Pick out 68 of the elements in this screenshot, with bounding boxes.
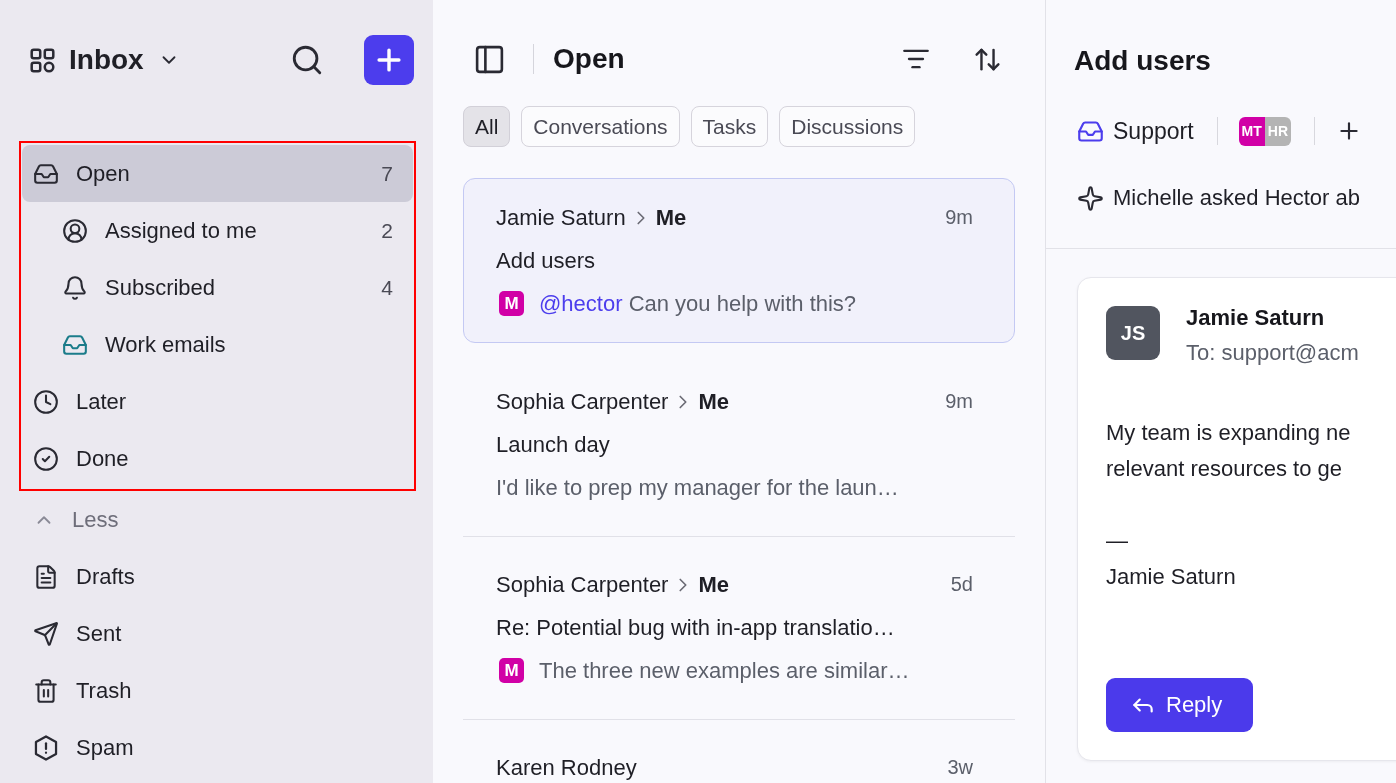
message-text: My team is expanding ne — [1106, 419, 1351, 447]
recipient-address: To: support@acm — [1186, 341, 1359, 365]
trash-icon — [33, 677, 59, 704]
user-circle-icon — [62, 217, 88, 244]
check-circle-icon — [33, 445, 59, 472]
filter-tab[interactable]: All — [463, 106, 511, 147]
signature-text: Jamie Saturn — [1106, 563, 1236, 591]
nav-item[interactable]: Spam — [22, 719, 413, 776]
message-preview: @hector Can you help with this? — [539, 290, 857, 317]
grid-icon — [30, 47, 55, 73]
summary-text: Michelle asked Hector ab — [1113, 185, 1360, 211]
sender-name: Sophia Carpenter — [496, 571, 669, 598]
mention-link[interactable]: @hector — [539, 290, 623, 316]
nav-item[interactable]: Sent — [22, 605, 413, 662]
nav-item[interactable]: Work emails — [22, 316, 413, 373]
conversation-item[interactable]: Sophia Carpenter Me 9m Launch day I'd like to prep my manager for the laun… — [463, 354, 1015, 537]
subject-text: Add users — [496, 247, 596, 274]
avatar-badge: M — [499, 291, 524, 316]
list-title: Open — [553, 43, 625, 75]
conversation-item[interactable]: Karen Rodney 3w — [463, 720, 1015, 783]
reply-button[interactable]: Reply — [1106, 678, 1253, 732]
message-text: relevant resources to ge — [1106, 455, 1343, 483]
less-toggle[interactable]: Less — [22, 491, 119, 548]
recipient-name: Me — [655, 204, 687, 231]
nav-item[interactable]: Done — [22, 430, 413, 487]
recipient-name: Me — [698, 571, 729, 598]
time-label: 3w — [947, 756, 973, 779]
assignee-avatar[interactable]: MT — [1238, 116, 1265, 146]
inbox-name[interactable]: Support — [1113, 117, 1194, 145]
compose-button[interactable] — [364, 35, 414, 85]
paper-plane-icon — [33, 620, 59, 647]
subject-text: Launch day — [496, 431, 610, 458]
item-count: 7 — [381, 161, 393, 186]
nav-item[interactable]: Open 7 — [22, 145, 413, 202]
sparkle-icon — [1077, 184, 1104, 212]
message-preview: The three new examples are similar… — [539, 657, 910, 684]
sender-name: Sophia Carpenter — [496, 388, 669, 415]
filter-tab[interactable]: Conversations — [521, 106, 680, 147]
search-icon[interactable] — [290, 43, 324, 77]
sender-name: Jamie Saturn — [496, 204, 626, 231]
time-label: 9m — [945, 390, 973, 413]
signature-text: — — [1106, 527, 1128, 555]
nav-item[interactable]: Subscribed 4 — [22, 259, 413, 316]
hexagon-alert-icon — [33, 734, 59, 761]
conversation-title: Add users — [1074, 44, 1212, 78]
nav-item[interactable]: Later — [22, 373, 413, 430]
nav-item[interactable]: Trash — [22, 662, 413, 719]
inbox-switcher[interactable]: Inbox — [30, 44, 180, 76]
time-label: 9m — [945, 206, 973, 229]
document-icon — [33, 563, 59, 590]
nav-item[interactable]: Drafts — [22, 548, 413, 605]
filter-tab[interactable]: Tasks — [690, 106, 769, 147]
item-count: 4 — [381, 275, 393, 300]
sender-avatar: JS — [1106, 306, 1160, 360]
clock-icon — [33, 388, 59, 415]
avatar-badge: M — [499, 658, 524, 683]
bell-icon — [62, 274, 88, 301]
message-preview: I'd like to prep my manager for the laun… — [496, 474, 899, 501]
time-label: 5d — [950, 573, 973, 596]
filter-tab[interactable]: Discussions — [779, 106, 916, 147]
item-count: 2 — [381, 218, 393, 243]
conversation-item[interactable]: Sophia Carpenter Me 5d Re: Potential bug with in-app translatio… M The three new examples are similar… — [463, 537, 1015, 720]
nav-item[interactable]: Assigned to me 2 — [22, 202, 413, 259]
subject-text: Re: Potential bug with in-app translatio… — [496, 614, 895, 641]
sender-name: Jamie Saturn — [1186, 306, 1325, 330]
recipient-name: Me — [698, 388, 729, 415]
sender-name: Karen Rodney — [496, 754, 637, 781]
conversation-item[interactable]: Jamie Saturn Me 9m Add users M @hector Can you help with this? — [463, 178, 1015, 343]
